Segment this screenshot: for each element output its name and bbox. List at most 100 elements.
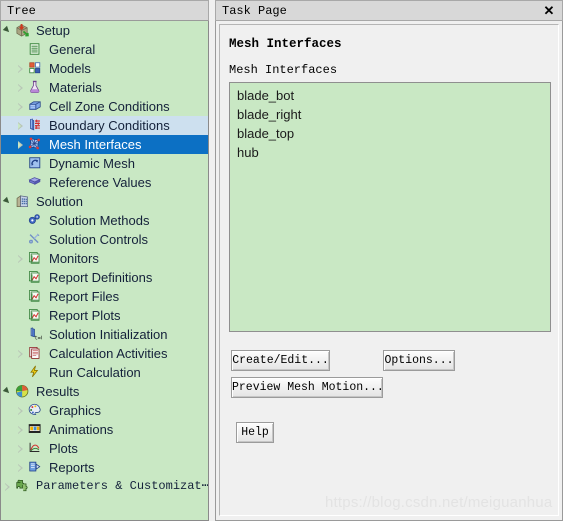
options-button[interactable]: Options... [383,350,455,371]
preview-mesh-motion-button[interactable]: Preview Mesh Motion... [231,377,383,398]
chevron-right-icon[interactable] [14,135,27,154]
tree-item-report-files[interactable]: Report Files [1,287,208,306]
close-icon[interactable]: ✕ [541,3,557,19]
tree-item-calculation-activities[interactable]: Calculation Activities [1,344,208,363]
tree-item-reference-values[interactable]: Reference Values [1,173,208,192]
tree-panel: Tree Setup General Models Materials Cell Zon… [0,0,209,521]
calculation-activities-icon [27,344,45,363]
chevron-down-icon[interactable] [1,192,14,211]
chevron-right-icon[interactable] [14,116,27,135]
mesh-interfaces-listbox[interactable]: blade_bot blade_right blade_top hub [229,82,551,332]
solution-initialization-icon: t=0 [27,325,45,344]
tree-item-plots[interactable]: Plots [1,439,208,458]
tree-item-label: Dynamic Mesh [49,156,135,171]
tree-item-setup[interactable]: Setup [1,21,208,40]
tree-item-solution[interactable]: Solution [1,192,208,211]
tree-item-report-plots[interactable]: Report Plots [1,306,208,325]
chevron-down-icon[interactable] [1,382,14,401]
tree-item-label: Run Calculation [49,365,141,380]
help-button[interactable]: Help [236,422,274,443]
tree-twisty-spacer [14,325,27,344]
chevron-right-icon[interactable] [14,78,27,97]
tree-item-materials[interactable]: Materials [1,78,208,97]
tree-item-solution-initialization[interactable]: t=0 Solution Initialization [1,325,208,344]
chevron-right-icon[interactable] [14,97,27,116]
task-page-panel: Task Page ✕ Mesh Interfaces Mesh Interfa… [215,0,563,521]
list-item[interactable]: blade_bot [230,86,550,105]
tree-item-graphics[interactable]: Graphics [1,401,208,420]
tree-item-mesh-interfaces[interactable]: Mesh Interfaces [1,135,208,154]
chevron-right-icon[interactable] [14,439,27,458]
tree-item-cell-zone-conditions[interactable]: Cell Zone Conditions [1,97,208,116]
tree-twisty-spacer [14,268,27,287]
tree-list[interactable]: Setup General Models Materials Cell Zone Con… [0,21,209,521]
chevron-right-icon[interactable] [14,344,27,363]
tree-item-run-calculation[interactable]: Run Calculation [1,363,208,382]
chevron-right-icon[interactable] [14,458,27,477]
tree-item-parameters-customizat[interactable]: Parameters & Customizat⋯ [1,477,208,496]
tree-twisty-spacer [14,211,27,230]
tree-item-solution-controls[interactable]: Solution Controls [1,230,208,249]
tree-item-label: Animations [49,422,114,437]
animations-film-icon [27,420,45,439]
page-title: Mesh Interfaces [229,37,342,51]
tree-item-label: Plots [49,441,78,456]
tree-item-reports[interactable]: Reports [1,458,208,477]
tree-item-animations[interactable]: Animations [1,420,208,439]
tree-twisty-spacer [14,154,27,173]
task-page-title: Task Page [222,4,287,18]
tree-item-label: Materials [49,80,102,95]
tree-item-label: Report Plots [49,308,121,323]
tree-item-models[interactable]: Models [1,59,208,78]
create-edit-button[interactable]: Create/Edit... [231,350,330,371]
tree-twisty-spacer [14,40,27,59]
list-item[interactable]: blade_top [230,124,550,143]
tree-panel-title: Tree [7,4,36,18]
chevron-right-icon[interactable] [14,249,27,268]
monitors-report-icon [27,268,45,287]
tree-item-dynamic-mesh[interactable]: Dynamic Mesh [1,154,208,173]
tree-item-label: Solution Controls [49,232,148,247]
tree-item-solution-methods[interactable]: Solution Methods [1,211,208,230]
tree-item-report-definitions[interactable]: Report Definitions [1,268,208,287]
mesh-interfaces-icon [27,135,45,154]
tree-item-label: Graphics [49,403,102,418]
tree-item-label: Monitors [49,251,99,266]
chevron-down-icon[interactable] [1,21,14,40]
list-item[interactable]: blade_right [230,105,550,124]
materials-flask-icon [27,78,45,97]
chevron-right-icon[interactable] [14,59,27,78]
tree-item-monitors[interactable]: Monitors [1,249,208,268]
tree-item-label: Reports [49,460,95,475]
chevron-right-icon[interactable] [14,420,27,439]
boundary-conditions-icon [27,116,45,135]
tree-item-results[interactable]: Results [1,382,208,401]
tree-twisty-spacer [14,363,27,382]
tree-item-general[interactable]: General [1,40,208,59]
tree-item-label: Cell Zone Conditions [49,99,170,114]
chevron-right-icon[interactable] [14,401,27,420]
run-calculation-lightning-icon [27,363,45,382]
watermark-text: https://blog.csdn.net/meiguanhua [325,494,553,511]
tree-item-boundary-conditions[interactable]: Boundary Conditions [1,116,208,135]
tree-twisty-spacer [14,306,27,325]
list-item[interactable]: hub [230,143,550,162]
tree-item-label: Calculation Activities [49,346,168,361]
tree-item-label: General [49,42,96,57]
tree-titlebar: Tree [0,0,209,21]
chevron-right-icon[interactable] [1,477,14,496]
